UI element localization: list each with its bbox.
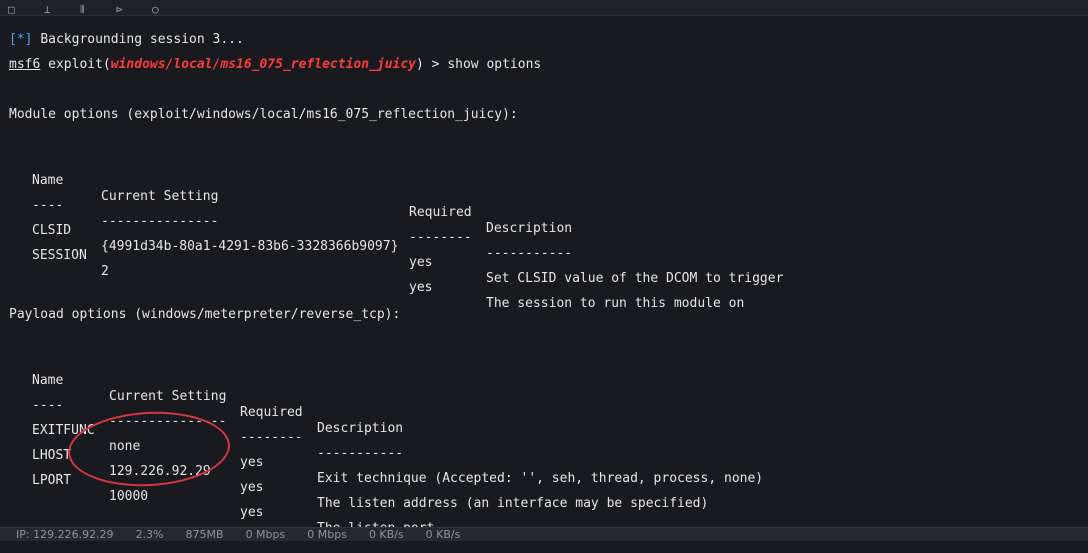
module-header-row: Name Current Setting Required Descriptio… bbox=[9, 157, 572, 236]
split-icon[interactable]: ⫴ bbox=[80, 5, 94, 15]
module-underline-description: ----------- bbox=[486, 246, 573, 261]
pin-icon[interactable]: ⊥ bbox=[44, 5, 58, 15]
row-setting: 2 bbox=[101, 264, 109, 279]
terminal-toolbar: □ ⊥ ⫴ ⊳ ○ bbox=[0, 0, 1088, 16]
payload-underline-row: ---- --------------- -------- ----------… bbox=[9, 382, 403, 461]
payload-underline-description: ----------- bbox=[317, 446, 404, 461]
module-underline-required: -------- bbox=[409, 230, 472, 245]
row-required: yes bbox=[240, 480, 264, 495]
prompt-line: msf6 exploit(windows/local/ms16_075_refl… bbox=[9, 57, 541, 73]
info-prefix: [*] bbox=[9, 32, 33, 47]
table-row: EXITFUNC none yes Exit technique (Accept… bbox=[9, 407, 763, 486]
table-row: LPORT 10000 yes The listen port bbox=[9, 457, 434, 536]
row-required: yes bbox=[409, 280, 433, 295]
payload-underline-setting: --------------- bbox=[109, 414, 227, 429]
row-required: yes bbox=[409, 255, 433, 270]
module-header-setting: Current Setting bbox=[101, 189, 219, 204]
status-net-down: 0 Mbps bbox=[307, 527, 347, 541]
payload-header-row: Name Current Setting Required Descriptio… bbox=[9, 357, 403, 436]
prompt-cmd-before: exploit( bbox=[40, 57, 111, 72]
row-required: yes bbox=[240, 455, 264, 470]
square-icon[interactable]: □ bbox=[8, 5, 22, 15]
prompt-cmd-after: ) > show options bbox=[416, 57, 542, 72]
table-row: CLSID {4991d34b-80a1-4291-83b6-3328366b9… bbox=[9, 207, 783, 286]
table-row: LHOST 129.226.92.29 yes The listen addre… bbox=[9, 432, 708, 511]
status-bar: IP: 129.226.92.29 2.3% 875MB 0 Mbps 0 Mb… bbox=[0, 527, 1088, 541]
status-mem: 875MB bbox=[185, 527, 224, 541]
status-cpu: 2.3% bbox=[135, 527, 164, 541]
payload-header-setting: Current Setting bbox=[109, 389, 227, 404]
row-setting: none bbox=[109, 439, 141, 454]
prompt-module: windows/local/ms16_075_reflection_juicy bbox=[110, 57, 417, 72]
row-required: yes bbox=[240, 505, 264, 520]
row-description: Set CLSID value of the DCOM to trigger bbox=[486, 271, 784, 286]
row-setting: {4991d34b-80a1-4291-83b6-3328366b9097} bbox=[101, 239, 399, 254]
terminal-output[interactable]: [*] Backgrounding session 3... msf6 expl… bbox=[9, 28, 1078, 536]
status-disk-read: 0 KB/s bbox=[368, 527, 404, 541]
payload-options-title: Payload options (windows/meterpreter/rev… bbox=[9, 307, 401, 322]
row-setting: 129.226.92.29 bbox=[109, 464, 211, 479]
table-row: SESSION 2 yes The session to run this mo… bbox=[9, 232, 744, 311]
module-options-title: Module options (exploit/windows/local/ms… bbox=[9, 107, 518, 122]
module-underline-setting: --------------- bbox=[101, 214, 219, 229]
status-net-up: 0 Mbps bbox=[245, 527, 286, 541]
status-disk-write: 0 KB/s bbox=[425, 527, 461, 541]
status-ip: IP: 129.226.92.29 bbox=[16, 527, 114, 541]
terminal-icon[interactable]: ⊳ bbox=[116, 5, 130, 15]
module-header-required: Required bbox=[409, 205, 472, 220]
row-description: The listen address (an interface may be … bbox=[317, 496, 709, 511]
row-name: SESSION bbox=[32, 248, 87, 263]
msf-prompt: msf6 bbox=[9, 57, 41, 72]
backgrounding-line: [*] Backgrounding session 3... bbox=[9, 32, 244, 48]
row-description: Exit technique (Accepted: '', seh, threa… bbox=[317, 471, 764, 486]
module-underline-row: ---- --------------- -------- ----------… bbox=[9, 182, 572, 261]
row-description: The session to run this module on bbox=[486, 296, 745, 311]
backgrounding-text: Backgrounding session 3... bbox=[40, 32, 244, 47]
row-name: LPORT bbox=[32, 473, 72, 488]
row-setting: 10000 bbox=[109, 489, 149, 504]
payload-header-required: Required bbox=[240, 405, 303, 420]
payload-underline-required: -------- bbox=[240, 430, 303, 445]
module-header-description: Description bbox=[486, 221, 573, 236]
history-icon[interactable]: ○ bbox=[152, 5, 166, 15]
payload-header-description: Description bbox=[317, 421, 404, 436]
